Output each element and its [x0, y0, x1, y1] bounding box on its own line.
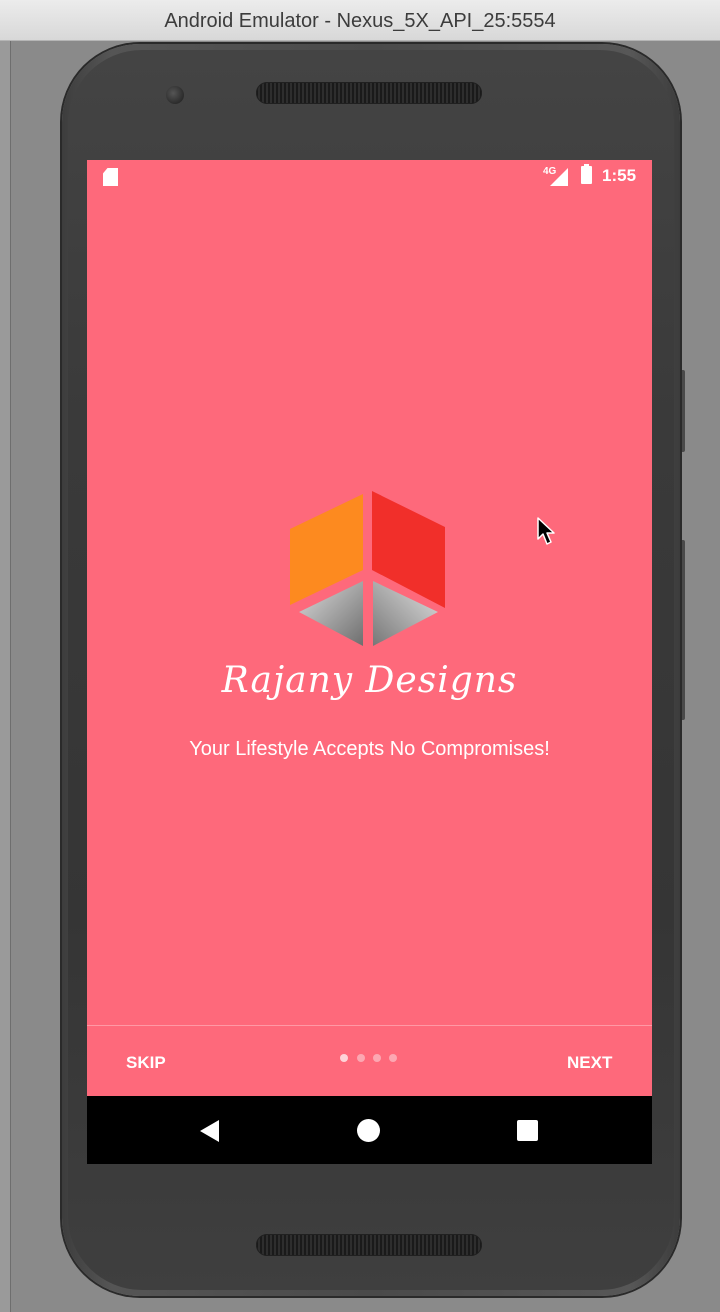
volume-button[interactable] [680, 540, 685, 720]
bottom-divider [87, 1025, 652, 1026]
mouse-cursor-icon [537, 517, 555, 545]
brand-name: Rajany Designs [221, 660, 518, 701]
rajany-logo [290, 491, 445, 646]
sd-card-icon [103, 168, 118, 186]
navigation-bar [87, 1096, 652, 1164]
signal-icon: 4G [543, 166, 568, 186]
recents-icon[interactable] [517, 1120, 538, 1141]
bottom-speaker [256, 1234, 482, 1256]
emulator-window-title: Android Emulator - Nexus_5X_API_25:5554 [0, 0, 720, 41]
device-screen: 4G 1:55 Rajany Designs Your Lifestyle Ac… [87, 160, 652, 1164]
home-icon[interactable] [357, 1119, 380, 1142]
page-dot [357, 1054, 365, 1062]
power-button[interactable] [680, 370, 685, 452]
front-camera [166, 86, 184, 104]
status-time: 1:55 [602, 166, 637, 185]
page-dot [373, 1054, 381, 1062]
skip-button[interactable]: SKIP [126, 1053, 166, 1073]
tagline: Your Lifestyle Accepts No Compromises! [189, 738, 550, 760]
status-bar: 4G 1:55 [87, 160, 652, 194]
page-dot [340, 1054, 348, 1062]
back-icon[interactable] [200, 1120, 219, 1142]
next-button[interactable]: NEXT [567, 1053, 612, 1073]
desktop-background [0, 0, 11, 1312]
network-type-label: 4G [543, 166, 557, 177]
top-speaker [256, 82, 482, 104]
battery-charging-icon [581, 164, 592, 184]
page-dot [389, 1054, 397, 1062]
